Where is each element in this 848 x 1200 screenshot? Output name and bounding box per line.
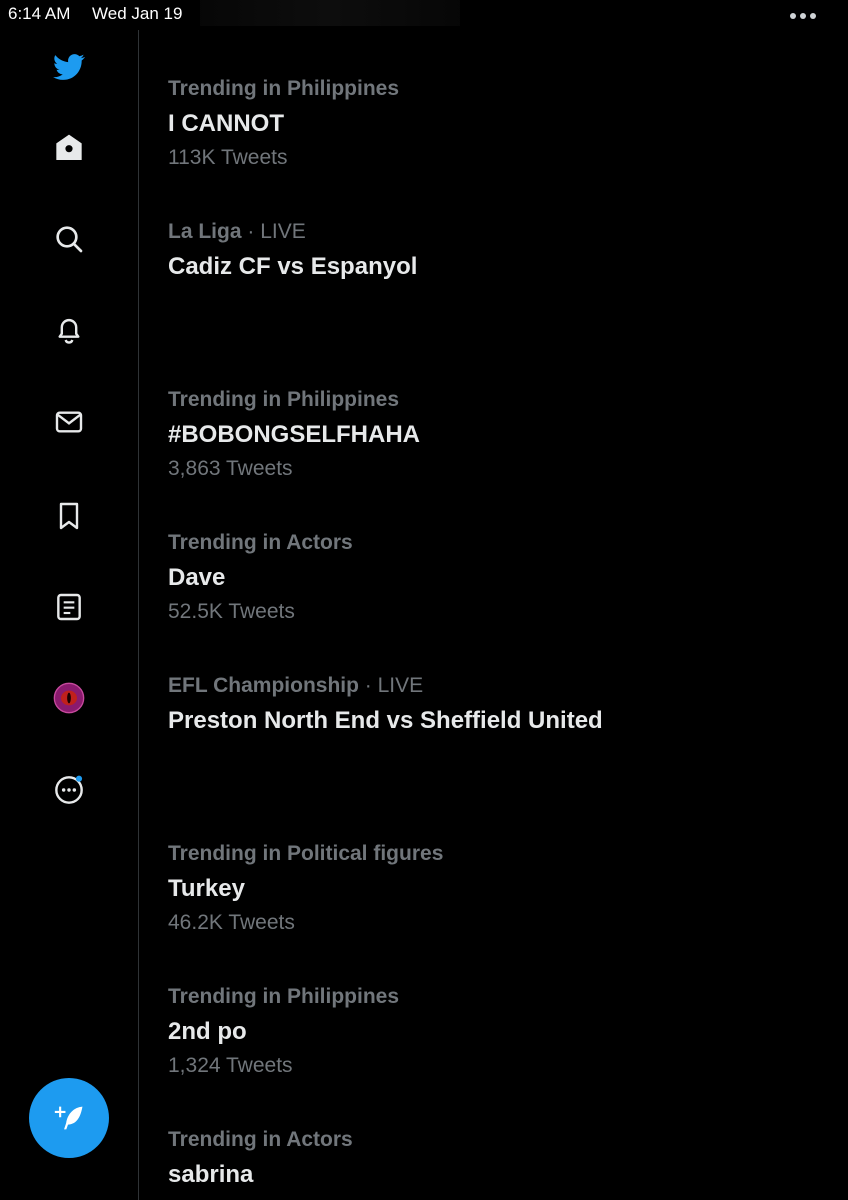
home-icon[interactable]	[50, 129, 88, 167]
trend-tweet-count: 113K Tweets	[168, 146, 288, 169]
live-label: LIVE	[260, 220, 306, 243]
status-date: Wed Jan 19	[92, 4, 183, 23]
notifications-bell-icon[interactable]	[50, 311, 88, 349]
trend-context: Trending in Actors	[168, 531, 353, 554]
live-label: LIVE	[377, 674, 424, 697]
trend-tweet-count: 3,863 Tweets	[168, 457, 293, 480]
multitasking-dots-icon[interactable]	[786, 2, 816, 25]
profile-avatar[interactable]	[50, 679, 88, 717]
search-icon[interactable]	[50, 220, 88, 258]
status-time: 6:14 AM	[8, 4, 71, 23]
trend-context: EFL Championship · LIVE	[168, 674, 424, 697]
trend-context: Trending in Political figures	[168, 842, 444, 865]
trend-name: 2nd po	[168, 1018, 247, 1045]
trend-item[interactable]: Trending in Philippines 2nd po 1,324 Twe…	[168, 984, 399, 1079]
trend-item[interactable]: Trending in Philippines I CANNOT 113K Tw…	[168, 76, 399, 171]
trend-tweet-count: 52.5K Tweets	[168, 600, 295, 623]
trend-context: Trending in Actors	[168, 1128, 353, 1151]
trend-context: La Liga · LIVE	[168, 220, 306, 243]
more-options-icon[interactable]	[50, 771, 88, 809]
trend-name: sabrina	[168, 1161, 254, 1188]
trend-category: La Liga	[168, 220, 242, 243]
trend-context: Trending in Philippines	[168, 77, 400, 100]
trend-context: Trending in Philippines	[168, 985, 400, 1008]
trend-tweet-count: 46.2K Tweets	[168, 911, 295, 934]
twitter-logo[interactable]	[50, 48, 88, 86]
trend-item[interactable]: Trending in Actors Dave 52.5K Tweets	[168, 530, 353, 625]
messages-envelope-icon[interactable]	[50, 403, 88, 441]
trend-category: EFL Championship	[168, 674, 359, 697]
trend-name: I CANNOT	[168, 110, 284, 137]
trend-item[interactable]: Trending in Philippines #BOBONGSELFHAHA …	[168, 387, 420, 482]
trend-name: Preston North End vs Sheffield United	[168, 707, 603, 734]
bookmark-icon[interactable]	[50, 497, 88, 535]
compose-tweet-icon	[54, 1106, 83, 1130]
sidebar-nav	[0, 30, 139, 1200]
trend-item[interactable]: Trending in Actors sabrina	[168, 1127, 353, 1190]
trend-name: Dave	[168, 564, 226, 591]
trend-item[interactable]: Trending in Political figures Turkey 46.…	[168, 841, 443, 936]
lists-icon[interactable]	[50, 588, 88, 626]
trend-name: Cadiz CF vs Espanyol	[168, 253, 418, 280]
trend-name: #BOBONGSELFHAHA	[168, 421, 421, 448]
compose-tweet-button[interactable]	[29, 1078, 109, 1158]
trend-context: Trending in Philippines	[168, 388, 400, 411]
blurred-header	[200, 0, 460, 26]
trend-item[interactable]: EFL Championship · LIVE Preston North En…	[168, 673, 603, 736]
status-bar: 6:14 AM Wed Jan 19	[0, 0, 848, 30]
trend-item[interactable]: La Liga · LIVE Cadiz CF vs Espanyol	[168, 219, 417, 282]
trend-tweet-count: 1,324 Tweets	[168, 1054, 293, 1077]
trend-name: Turkey	[168, 875, 245, 902]
